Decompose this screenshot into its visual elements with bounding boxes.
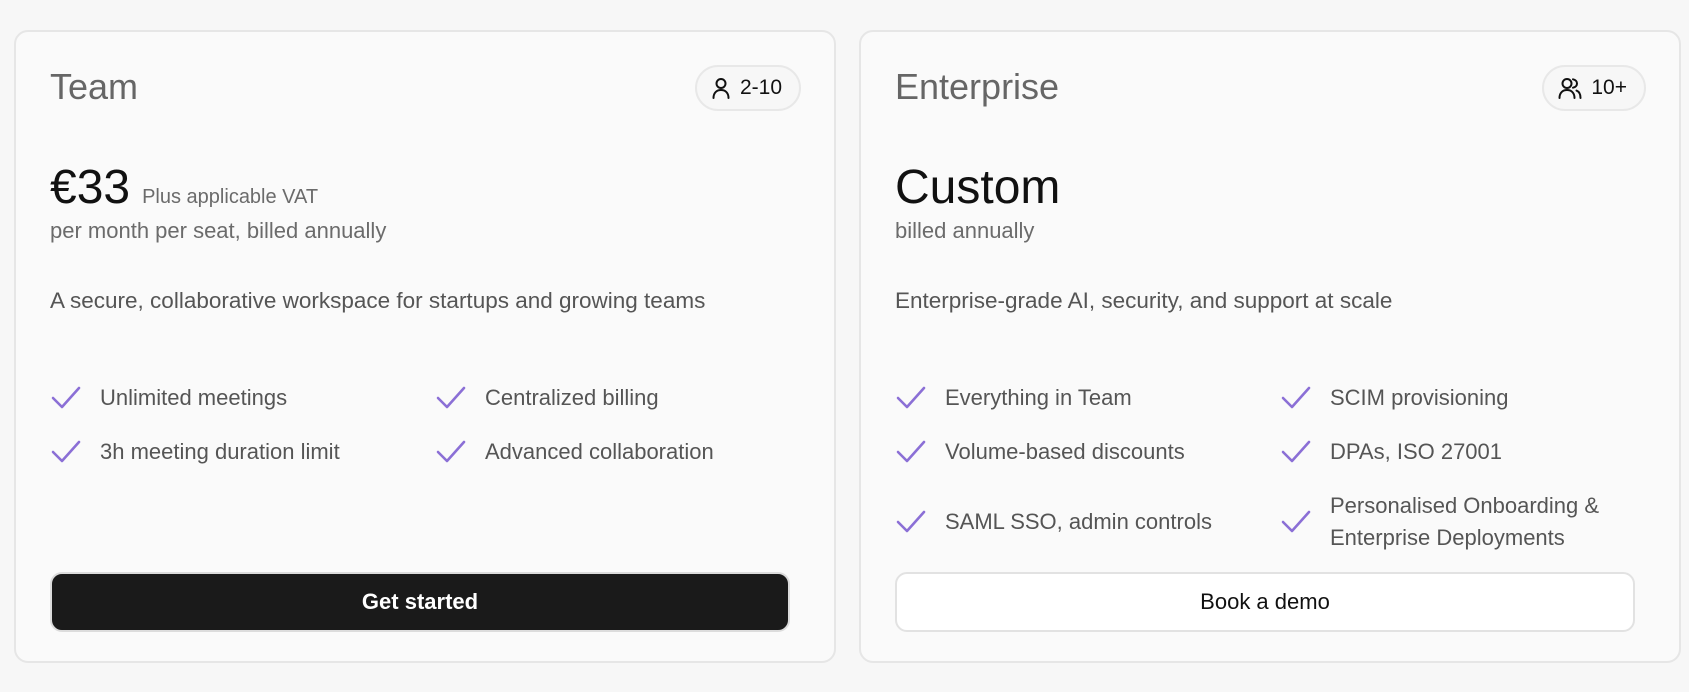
feature-label: Unlimited meetings (100, 385, 288, 410)
feature-item: Advanced collaboration (435, 436, 802, 468)
price: €33 (50, 161, 131, 214)
seat-range-badge: 2-10 (694, 65, 801, 111)
feature-item: Unlimited meetings (50, 382, 435, 414)
billing-period: billed annually (895, 218, 1035, 243)
feature-item: DPAs, ISO 27001 (1280, 436, 1647, 468)
plan-card-enterprise: Enterprise 10+ Custom billed annually En… (859, 30, 1681, 663)
feature-label: SAML SSO, admin controls (945, 509, 1212, 534)
plan-card-team: Team 2-10 €33 Plus applicable VAT per mo… (14, 30, 836, 663)
check-icon (1281, 386, 1311, 409)
check-icon (896, 510, 926, 533)
check-icon (51, 386, 81, 409)
check-icon (896, 440, 926, 463)
check-icon (1281, 440, 1311, 463)
vat-note: Plus applicable VAT (142, 186, 319, 208)
plan-description: A secure, collaborative workspace for st… (50, 288, 706, 313)
seat-range-label: 2-10 (739, 76, 782, 99)
feature-label: 3h meeting duration limit (100, 439, 340, 464)
plan-description: Enterprise-grade AI, security, and suppo… (895, 288, 1393, 313)
book-demo-button[interactable]: Book a demo (895, 572, 1635, 632)
feature-label: SCIM provisioning (1330, 385, 1509, 410)
feature-label: Personalised Onboarding & Enterprise Dep… (1330, 493, 1600, 550)
seat-range-badge: 10+ (1542, 65, 1646, 111)
price-row: €33 Plus applicable VAT (50, 160, 318, 215)
check-icon (896, 386, 926, 409)
check-icon (51, 440, 81, 463)
feature-list: Unlimited meetings Centralized billing 3… (50, 382, 802, 468)
get-started-button[interactable]: Get started (50, 572, 790, 632)
plan-name: Enterprise (895, 66, 1060, 107)
feature-item: Centralized billing (435, 382, 802, 414)
feature-item: SAML SSO, admin controls (895, 490, 1280, 554)
feature-item: Volume-based discounts (895, 436, 1280, 468)
pricing-section: Team 2-10 €33 Plus applicable VAT per mo… (0, 0, 1689, 692)
user-icon (711, 77, 731, 99)
feature-label: Volume-based discounts (945, 439, 1185, 464)
price: Custom (895, 161, 1061, 214)
users-icon (1558, 77, 1582, 99)
check-icon (436, 440, 466, 463)
billing-period: per month per seat, billed annually (50, 218, 387, 243)
feature-label: Everything in Team (945, 385, 1132, 410)
seat-range-label: 10+ (1591, 76, 1627, 99)
feature-label: Advanced collaboration (485, 439, 714, 464)
feature-item: Personalised Onboarding & Enterprise Dep… (1280, 490, 1647, 554)
feature-item: 3h meeting duration limit (50, 436, 435, 468)
feature-item: Everything in Team (895, 382, 1280, 414)
feature-list: Everything in Team SCIM provisioning Vol… (895, 382, 1647, 554)
check-icon (1281, 510, 1311, 533)
feature-item: SCIM provisioning (1280, 382, 1647, 414)
price-row: Custom (895, 160, 1060, 215)
plan-name: Team (50, 66, 139, 107)
check-icon (436, 386, 466, 409)
feature-label: DPAs, ISO 27001 (1330, 439, 1503, 464)
feature-label: Centralized billing (485, 385, 659, 410)
